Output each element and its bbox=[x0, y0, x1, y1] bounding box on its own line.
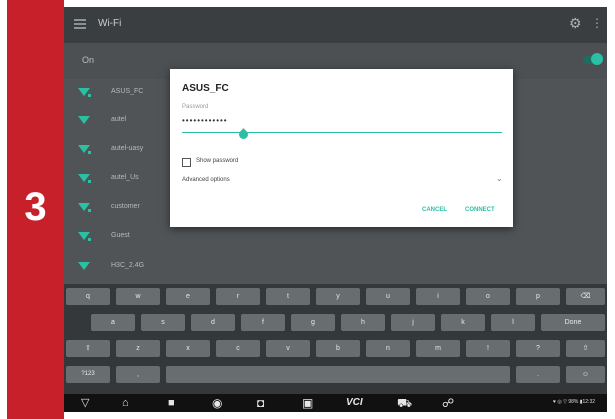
show-password-checkbox[interactable] bbox=[182, 158, 191, 167]
lock-icon bbox=[88, 209, 91, 212]
menu-icon[interactable] bbox=[74, 19, 86, 29]
network-item[interactable]: Guest bbox=[64, 223, 607, 251]
connect-button[interactable]: CONNECT bbox=[465, 207, 495, 213]
step-number: 3 bbox=[24, 185, 47, 229]
key[interactable]: l bbox=[491, 314, 535, 331]
screen-record-icon[interactable]: ▣ bbox=[302, 396, 313, 410]
advanced-options[interactable]: Advanced options bbox=[182, 177, 230, 183]
vci-icon[interactable]: VCI bbox=[346, 396, 363, 410]
navigation-bar: ▽ ⌂ ■ ◉ ◘ ▣ VCI ⛟ ☍ ♥ ◎ ▽ 98% ▮12:32 bbox=[64, 394, 607, 412]
overflow-menu-icon[interactable]: ⋮ bbox=[591, 16, 603, 30]
backspace-key[interactable]: ⌫ bbox=[566, 288, 605, 305]
key[interactable]: x bbox=[166, 340, 210, 357]
network-name: Guest bbox=[111, 232, 130, 239]
lock-icon bbox=[88, 94, 91, 97]
key[interactable]: i bbox=[416, 288, 460, 305]
dialog-title: ASUS_FC bbox=[182, 83, 229, 94]
gear-icon[interactable]: ⚙ bbox=[569, 15, 582, 32]
network-name: H3C_2.4G bbox=[111, 262, 145, 269]
key[interactable]: v bbox=[266, 340, 310, 357]
wifi-toggle[interactable] bbox=[591, 53, 603, 65]
tablet-screen: Wi-Fi ⚙ ⋮ On ASUS_FC autel autel-uasy au… bbox=[64, 7, 607, 412]
key[interactable]: k bbox=[441, 314, 485, 331]
key[interactable]: c bbox=[216, 340, 260, 357]
key[interactable]: d bbox=[191, 314, 235, 331]
key[interactable]: u bbox=[366, 288, 410, 305]
recents-icon[interactable]: ■ bbox=[168, 396, 175, 410]
page-title: Wi-Fi bbox=[98, 18, 122, 29]
key[interactable]: m bbox=[416, 340, 460, 357]
browser-icon[interactable]: ◉ bbox=[212, 396, 222, 410]
network-name: ASUS_FC bbox=[111, 88, 144, 95]
password-field[interactable]: •••••••••••• bbox=[182, 116, 228, 125]
shift-key[interactable]: ⇧ bbox=[566, 340, 605, 357]
car-icon[interactable]: ⛟ bbox=[397, 396, 412, 410]
key[interactable]: g bbox=[291, 314, 335, 331]
key[interactable]: f bbox=[241, 314, 285, 331]
wifi-password-dialog: ASUS_FC Password •••••••••••• Show passw… bbox=[170, 69, 513, 227]
text-cursor-handle[interactable] bbox=[237, 128, 250, 141]
symbols-key[interactable]: ?123 bbox=[66, 366, 110, 383]
key[interactable]: w bbox=[116, 288, 160, 305]
key[interactable]: q bbox=[66, 288, 110, 305]
shift-key[interactable]: ⇧ bbox=[66, 340, 110, 357]
password-underline bbox=[182, 132, 502, 133]
network-name: customer bbox=[111, 203, 140, 210]
done-key[interactable]: Done bbox=[541, 314, 605, 331]
back-icon[interactable]: ▽ bbox=[81, 396, 89, 410]
password-label: Password bbox=[182, 104, 209, 110]
key[interactable]: p bbox=[516, 288, 560, 305]
key[interactable]: a bbox=[91, 314, 135, 331]
key[interactable]: n bbox=[366, 340, 410, 357]
key[interactable]: z bbox=[116, 340, 160, 357]
lock-icon bbox=[88, 151, 91, 154]
network-name: autel-uasy bbox=[111, 145, 144, 152]
period-key[interactable]: . bbox=[516, 366, 560, 383]
key[interactable]: b bbox=[316, 340, 360, 357]
key[interactable]: h bbox=[341, 314, 385, 331]
network-name: autel bbox=[111, 116, 127, 123]
home-icon[interactable]: ⌂ bbox=[122, 396, 129, 410]
action-bar: Wi-Fi ⚙ ⋮ bbox=[64, 7, 607, 43]
cancel-button[interactable]: CANCEL bbox=[422, 207, 447, 213]
remote-support-icon[interactable]: ☍ bbox=[442, 396, 454, 410]
emoji-key[interactable]: ☺ bbox=[566, 366, 605, 383]
key[interactable]: r bbox=[216, 288, 260, 305]
comma-key[interactable]: , bbox=[116, 366, 160, 383]
key[interactable]: s bbox=[141, 314, 185, 331]
network-item[interactable]: H3C_2.4G bbox=[64, 253, 607, 281]
key[interactable]: o bbox=[466, 288, 510, 305]
lock-icon bbox=[88, 180, 91, 183]
lock-icon bbox=[88, 238, 91, 241]
on-screen-keyboard: q w e r t y u i o p ⌫ a s d f g h j k l … bbox=[64, 284, 607, 394]
key[interactable]: t bbox=[266, 288, 310, 305]
switch-label: On bbox=[82, 55, 95, 65]
network-name: autel_Us bbox=[111, 174, 139, 181]
key[interactable]: j bbox=[391, 314, 435, 331]
key[interactable]: e bbox=[166, 288, 210, 305]
chevron-down-icon[interactable]: ⌄ bbox=[496, 174, 503, 183]
key[interactable]: ? bbox=[516, 340, 560, 357]
show-password-label[interactable]: Show password bbox=[196, 158, 238, 164]
wifi-signal-icon bbox=[78, 116, 90, 124]
key[interactable]: y bbox=[316, 288, 360, 305]
status-indicators: ♥ ◎ ▽ 98% ▮12:32 bbox=[553, 399, 596, 405]
space-key[interactable] bbox=[166, 366, 510, 383]
key[interactable]: ! bbox=[466, 340, 510, 357]
camera-icon[interactable]: ◘ bbox=[257, 396, 264, 410]
wifi-signal-icon bbox=[78, 262, 90, 270]
